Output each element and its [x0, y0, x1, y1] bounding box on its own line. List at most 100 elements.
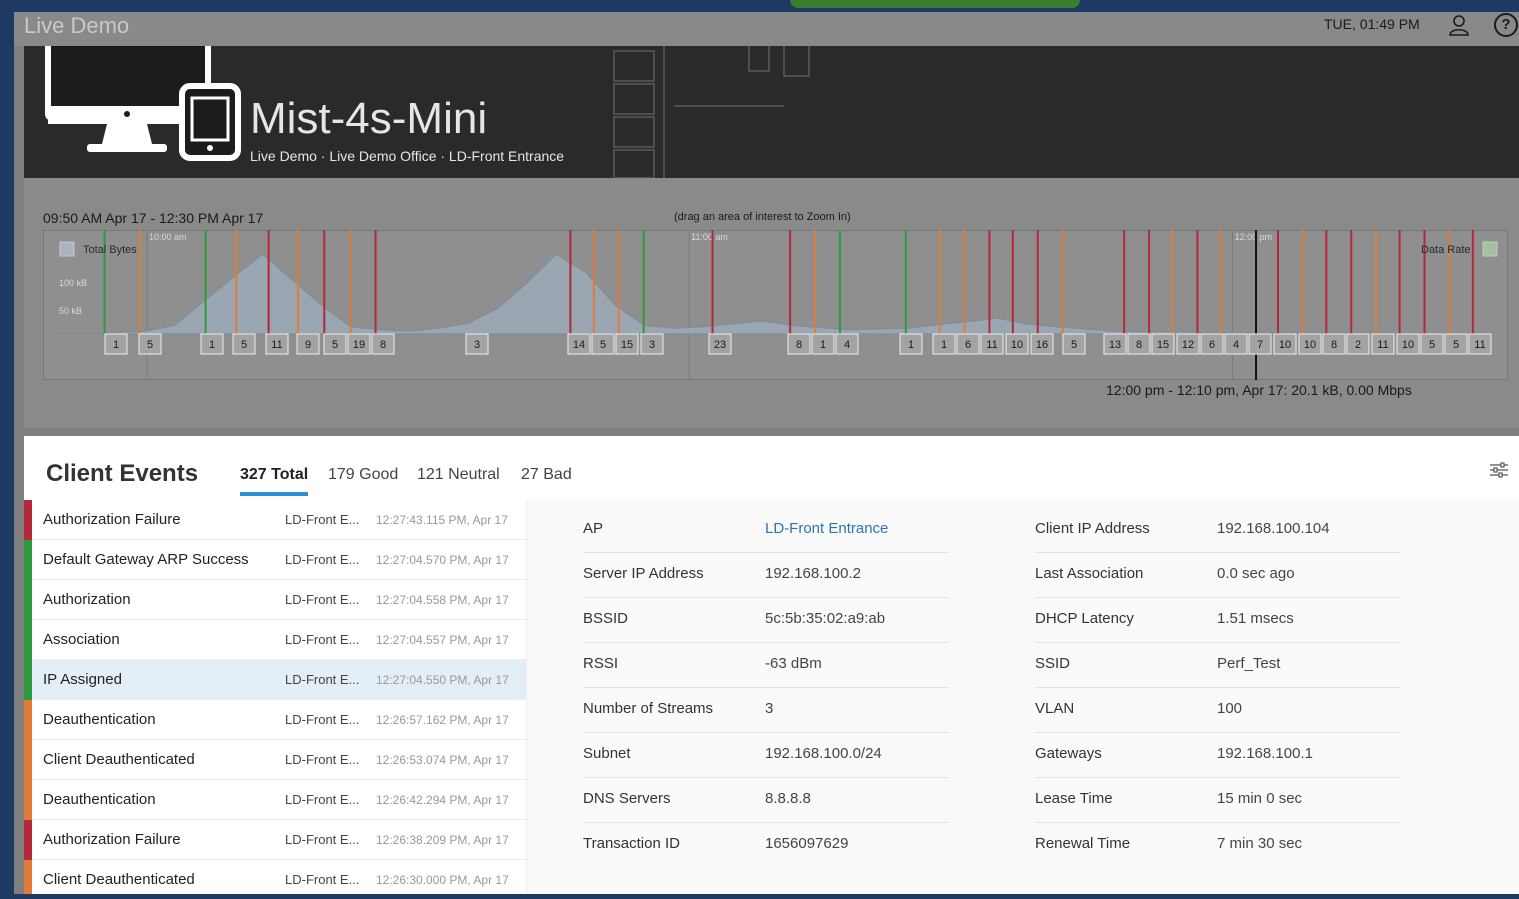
event-count-label: 8 [1136, 339, 1142, 351]
event-timestamp: 12:27:04.557 PM, Apr 17 [376, 633, 509, 647]
tab-bad[interactable]: 27 Bad [521, 466, 572, 492]
current-datetime: TUE, 01:49 PM [1324, 16, 1420, 32]
detail-value: 0.0 sec ago [1217, 565, 1295, 582]
detail-label: Client IP Address [1035, 520, 1150, 537]
event-count-label: 19 [353, 339, 365, 351]
total-bytes-checkbox[interactable] [59, 241, 75, 257]
user-icon[interactable] [1447, 13, 1471, 37]
event-count-label: 9 [305, 339, 311, 351]
event-count-label: 10 [1011, 339, 1023, 351]
event-row[interactable]: IP Assigned LD-Front E... 12:27:04.550 PM,… [24, 660, 526, 700]
event-count-label: 1 [113, 339, 119, 351]
event-ap: LD-Front E... [285, 792, 360, 807]
event-status-bar [24, 540, 32, 580]
detail-value: 1656097629 [765, 835, 849, 852]
event-count-label: 8 [796, 339, 802, 351]
detail-separator [1035, 552, 1401, 553]
event-count-label: 4 [844, 339, 850, 351]
event-count-label: 15 [621, 339, 633, 351]
tab-good[interactable]: 179 Good [328, 466, 398, 492]
ap-link[interactable]: LD-Front Entrance [765, 520, 888, 537]
help-icon[interactable]: ? [1494, 13, 1518, 37]
detail-separator [1035, 777, 1401, 778]
detail-value: Perf_Test [1217, 655, 1281, 672]
legend-total-bytes: Total Bytes [83, 244, 137, 256]
detail-label: VLAN [1035, 700, 1075, 717]
detail-label: AP [583, 520, 604, 537]
detail-value: 5c:5b:35:02:a9:ab [765, 610, 886, 627]
detail-label: Number of Streams [583, 700, 714, 717]
detail-value: 192.168.100.2 [765, 565, 861, 582]
data-rate-checkbox[interactable] [1482, 241, 1498, 257]
event-row[interactable]: Deauthentication LD-Front E... 12:26:57.16… [24, 700, 526, 740]
event-timestamp: 12:27:04.570 PM, Apr 17 [376, 553, 509, 567]
detail-label: DHCP Latency [1035, 610, 1134, 627]
detail-label: Last Association [1035, 565, 1144, 582]
detail-value: 8.8.8.8 [765, 790, 811, 807]
event-row[interactable]: Default Gateway ARP Success LD-Front E...… [24, 540, 526, 580]
event-count-label: 8 [380, 339, 386, 351]
app-window: Live Demo TUE, 01:49 PM ? Mist-4s-Mini L… [14, 12, 1519, 894]
event-ap: LD-Front E... [285, 832, 360, 847]
event-count-label: 23 [714, 339, 726, 351]
client-events-section: Client Events 327 Total 179 Good 121 Neu… [24, 436, 1519, 894]
filter-settings-icon[interactable] [1490, 462, 1508, 478]
event-status-bar [24, 780, 32, 820]
event-count-label: 5 [600, 339, 606, 351]
detail-label: DNS Servers [583, 790, 671, 807]
event-row[interactable]: Client Deauthenticated LD-Front E... 12:26… [24, 740, 526, 780]
event-count-label: 12 [1182, 339, 1194, 351]
event-count-label: 11 [986, 339, 997, 351]
event-ap: LD-Front E... [285, 552, 360, 567]
event-count-label: 10 [1402, 339, 1414, 351]
event-timestamp: 12:27:04.550 PM, Apr 17 [376, 673, 509, 687]
event-status-bar [24, 740, 32, 780]
event-timeline-chart[interactable]: 10:00 am 11:00 am 12:00 pm 100 kB 50 kB Total… [43, 230, 1508, 380]
event-name: IP Assigned [43, 671, 122, 688]
event-count-label: 3 [474, 339, 480, 351]
event-ap: LD-Front E... [285, 752, 360, 767]
event-count-label: 5 [332, 339, 338, 351]
event-timestamp: 12:26:30.000 PM, Apr 17 [376, 873, 509, 887]
event-row[interactable]: Client Deauthenticated LD-Front E... 12:26… [24, 860, 526, 894]
event-row[interactable]: Deauthentication LD-Front E... 12:26:42.29… [24, 780, 526, 820]
event-count-label: 5 [241, 339, 247, 351]
event-name: Deauthentication [43, 711, 156, 728]
event-row[interactable]: Authorization LD-Front E... 12:27:04.558 P… [24, 580, 526, 620]
event-ap: LD-Front E... [285, 672, 360, 687]
detail-value: 100 [1217, 700, 1243, 717]
event-count-label: 10 [1279, 339, 1291, 351]
timeline-tooltip: 12:00 pm - 12:10 pm, Apr 17: 20.1 kB, 0.… [1106, 382, 1412, 398]
event-name: Client Deauthenticated [43, 751, 195, 768]
y-tick-label: 50 kB [59, 306, 82, 316]
event-count-label: 6 [1209, 339, 1215, 351]
event-count-label: 10 [1304, 339, 1316, 351]
detail-separator [583, 777, 949, 778]
breadcrumb[interactable]: Live Demo · Live Demo Office · LD-Front … [250, 148, 564, 164]
events-title: Client Events [46, 460, 199, 487]
timeline-panel: 09:50 AM Apr 17 - 12:30 PM Apr 17 (drag … [24, 178, 1519, 428]
event-status-bar [24, 700, 32, 740]
event-name: Deauthentication [43, 791, 156, 808]
event-status-bar [24, 500, 32, 540]
detail-label: Server IP Address [583, 565, 704, 582]
event-count-label: 5 [147, 339, 153, 351]
top-bar: Live Demo TUE, 01:49 PM ? [14, 12, 1519, 46]
event-count-label: 16 [1036, 339, 1048, 351]
event-row[interactable]: Authorization Failure LD-Front E... 12:26:… [24, 820, 526, 860]
event-row[interactable]: Association LD-Front E... 12:27:04.557 PM,… [24, 620, 526, 660]
event-row[interactable]: Authorization Failure LD-Front E... 12:27:… [24, 500, 526, 540]
detail-value: 3 [765, 700, 774, 717]
event-status-bar [24, 580, 32, 620]
detail-label: BSSID [583, 610, 629, 627]
tab-total[interactable]: 327 Total [240, 466, 309, 496]
detail-label: SSID [1035, 655, 1071, 672]
detail-separator [583, 552, 949, 553]
event-count-label: 14 [573, 339, 585, 351]
tab-neutral[interactable]: 121 Neutral [417, 466, 500, 492]
event-name: Authorization Failure [43, 511, 181, 528]
detail-value: 15 min 0 sec [1217, 790, 1303, 807]
device-name: Mist-4s-Mini [250, 94, 488, 143]
event-ap: LD-Front E... [285, 872, 360, 887]
time-tick-label: 11:00 am [691, 232, 728, 242]
